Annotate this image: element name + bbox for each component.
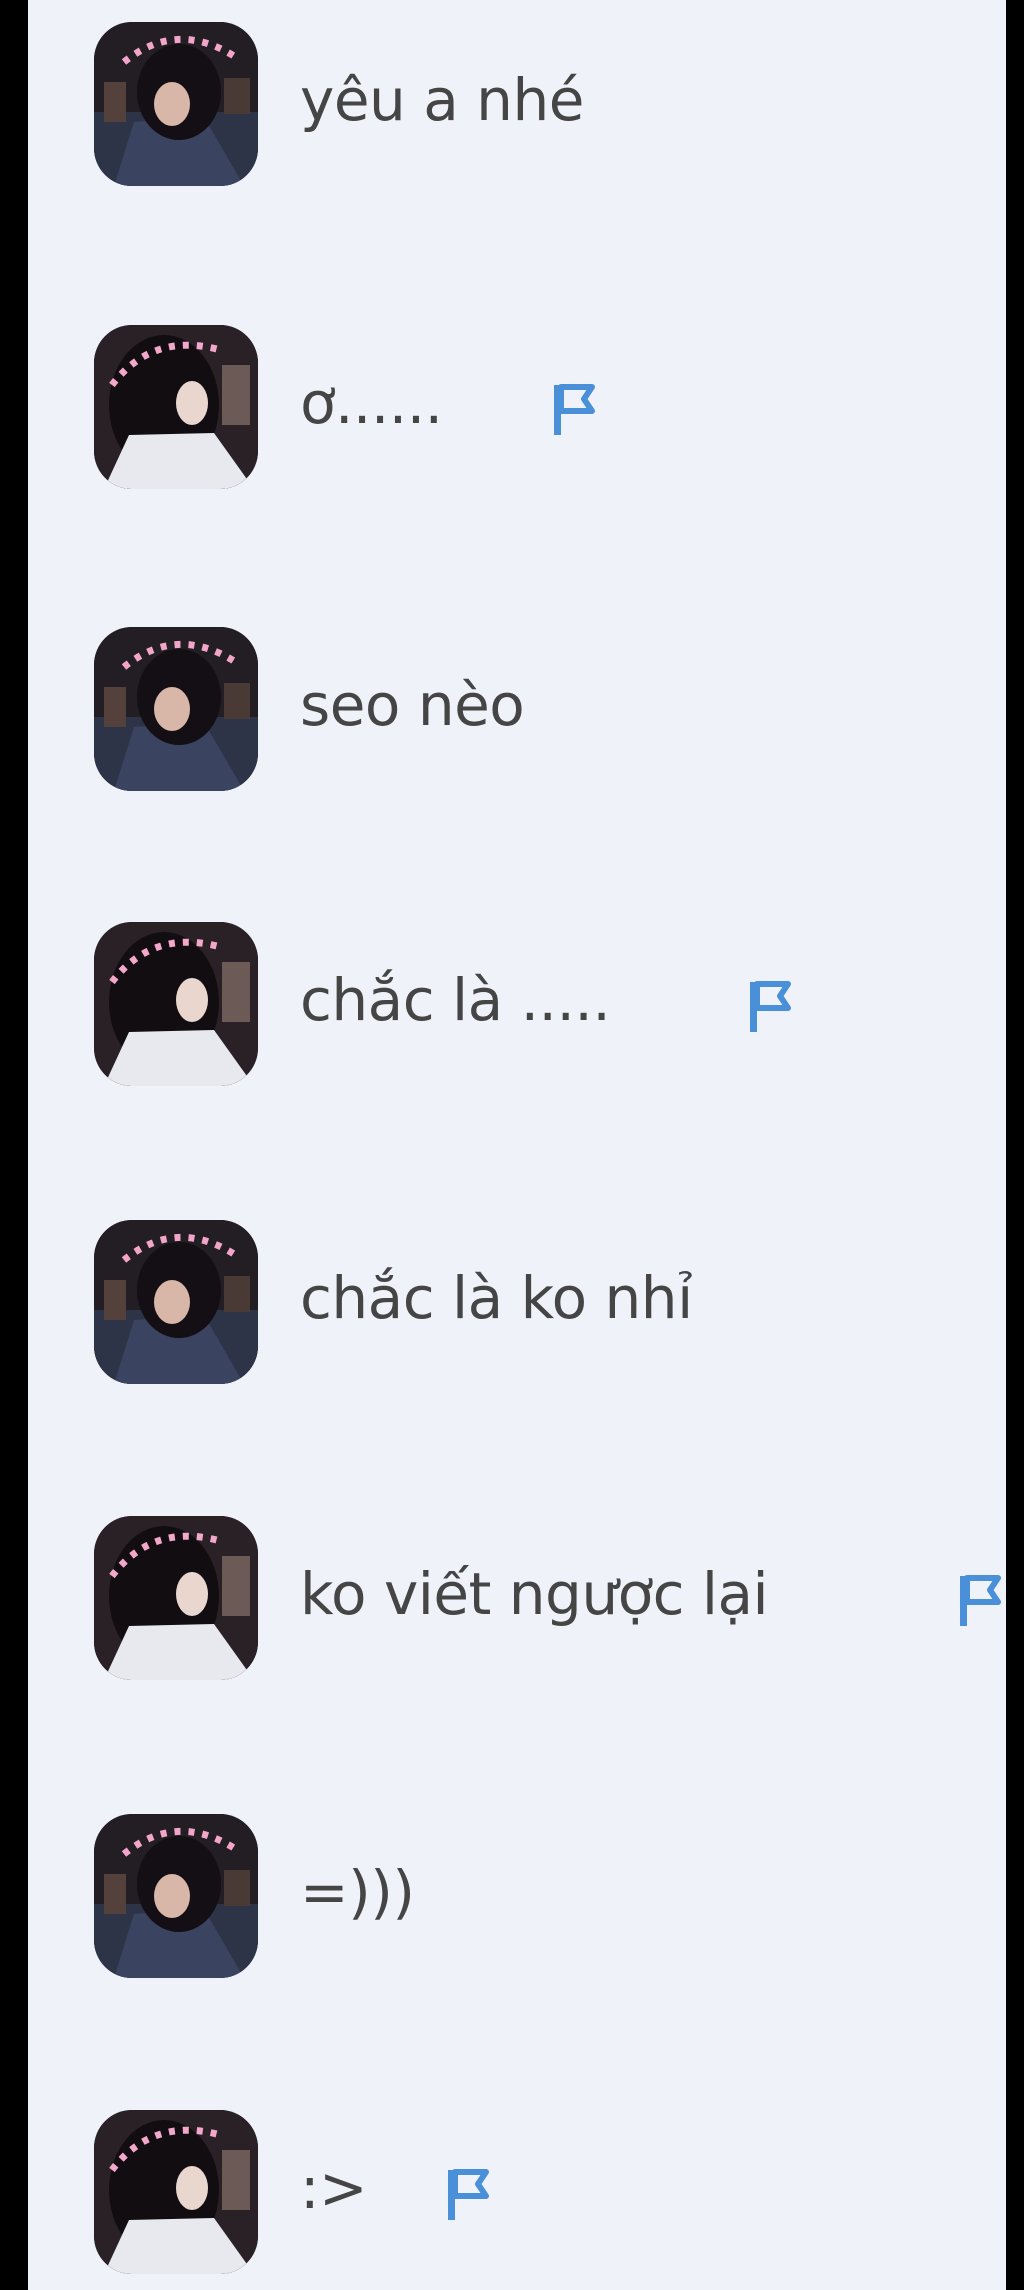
message-row-7: =))) bbox=[94, 1814, 994, 1978]
message-text: :> bbox=[300, 2154, 368, 2222]
message-list: yêu a nhé ơ...... seo nèo chắc là ..... … bbox=[28, 0, 1006, 2290]
avatar[interactable] bbox=[94, 1814, 258, 1978]
avatar[interactable] bbox=[94, 325, 258, 489]
message-row-3: seo nèo bbox=[94, 627, 994, 791]
screen-frame: yêu a nhé ơ...... seo nèo chắc là ..... … bbox=[0, 0, 1024, 2290]
message-row-8: :> bbox=[94, 2110, 994, 2274]
flag-icon[interactable] bbox=[550, 381, 596, 437]
message-text: yêu a nhé bbox=[300, 66, 584, 134]
message-row-2: ơ...... bbox=[94, 325, 994, 489]
avatar[interactable] bbox=[94, 22, 258, 186]
chat-panel: yêu a nhé ơ...... seo nèo chắc là ..... … bbox=[28, 0, 1006, 2290]
flag-icon[interactable] bbox=[746, 978, 792, 1034]
message-row-5: chắc là ko nhỉ bbox=[94, 1220, 994, 1384]
message-row-6: ko viết ngược lại bbox=[94, 1516, 1001, 1680]
avatar[interactable] bbox=[94, 627, 258, 791]
message-text: ko viết ngược lại bbox=[300, 1560, 769, 1628]
flag-icon[interactable] bbox=[956, 1572, 1002, 1628]
avatar[interactable] bbox=[94, 1220, 258, 1384]
flag-icon[interactable] bbox=[444, 2166, 490, 2222]
message-text: seo nèo bbox=[300, 671, 525, 739]
message-text: chắc là ..... bbox=[300, 966, 611, 1034]
avatar[interactable] bbox=[94, 2110, 258, 2274]
message-text: ơ...... bbox=[300, 369, 443, 437]
avatar[interactable] bbox=[94, 1516, 258, 1680]
message-row-1: yêu a nhé bbox=[94, 22, 994, 186]
message-row-4: chắc là ..... bbox=[94, 922, 994, 1086]
message-text: chắc là ko nhỉ bbox=[300, 1264, 693, 1332]
message-text: =))) bbox=[300, 1858, 415, 1926]
avatar[interactable] bbox=[94, 922, 258, 1086]
